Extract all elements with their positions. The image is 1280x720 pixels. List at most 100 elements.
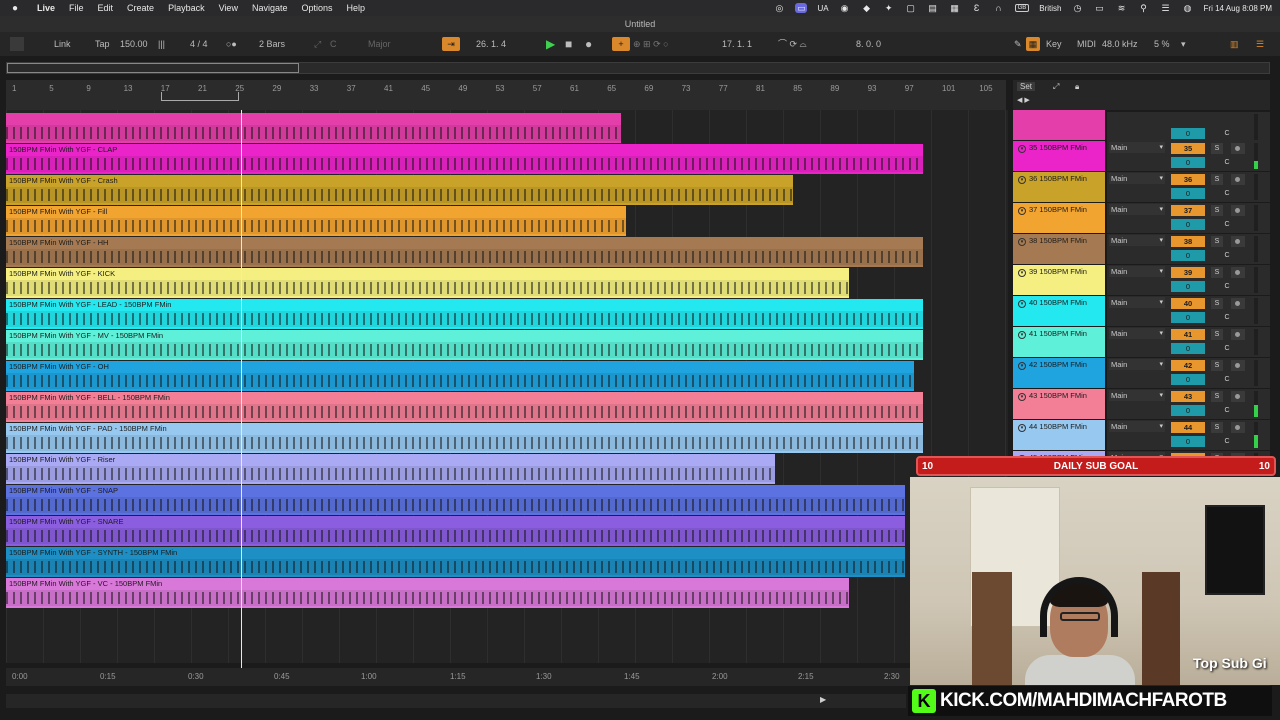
overview-window[interactable] (7, 63, 299, 73)
pan-field[interactable]: C (1221, 188, 1233, 199)
fold-icon[interactable]: ▾ (1018, 238, 1026, 246)
arm-button[interactable] (1231, 174, 1245, 185)
search-icon[interactable]: ⚲ (1138, 3, 1150, 13)
overdub-button[interactable]: + (612, 37, 630, 51)
headphones-icon[interactable]: ∩ (993, 3, 1005, 13)
solo-button[interactable]: S (1211, 329, 1223, 340)
volume-field[interactable]: 0 (1171, 405, 1205, 416)
cpu-dropdown-icon[interactable]: ▾ (1181, 37, 1186, 51)
pan-field[interactable]: C (1221, 250, 1233, 261)
fold-icon[interactable]: ▾ (1018, 145, 1026, 153)
clipboard-icon[interactable]: ▦ (949, 3, 961, 13)
output-route-select[interactable]: Main (1109, 390, 1165, 401)
clip[interactable]: 150BPM FMin With YGF - CLAP (6, 144, 924, 174)
apple-icon[interactable]: ● (0, 3, 30, 14)
battery-icon[interactable]: ▭ (1094, 3, 1106, 13)
track-header[interactable]: ▾ 42 150BPM FMin (1013, 358, 1105, 388)
clip[interactable]: 150BPM FMin With YGF - OH (6, 361, 915, 391)
tempo-field[interactable]: 150.00 (120, 37, 148, 51)
pan-field[interactable]: C (1221, 157, 1233, 168)
keyboard-mode-icon[interactable]: ▦ (1026, 37, 1040, 51)
solo-button[interactable]: S (1211, 422, 1223, 433)
menu-create[interactable]: Create (120, 3, 161, 13)
clip[interactable]: 150BPM FMin With YGF - KICK (6, 268, 849, 298)
arm-button[interactable] (1231, 360, 1245, 371)
solo-button[interactable]: S (1211, 391, 1223, 402)
volume-field[interactable]: 0 (1171, 188, 1205, 199)
record-button[interactable]: ● (585, 37, 592, 51)
fold-icon[interactable]: ▾ (1018, 424, 1026, 432)
pan-field[interactable]: C (1221, 405, 1233, 416)
window-icon[interactable]: ▢ (905, 3, 917, 13)
arm-button[interactable] (1231, 298, 1245, 309)
fold-icon[interactable]: ▾ (1018, 269, 1026, 277)
loop-start[interactable]: 17. 1. 1 (722, 37, 752, 51)
clip[interactable]: 150BPM FMin With YGF - BELL - 150BPM FMi… (6, 392, 924, 422)
volume-field[interactable]: 0 (1171, 157, 1205, 168)
quantize-select[interactable]: 2 Bars (259, 37, 285, 51)
track-header[interactable]: ▾ 39 150BPM FMin (1013, 265, 1105, 295)
volume-field[interactable]: 0 (1171, 312, 1205, 323)
output-route-select[interactable]: Main (1109, 204, 1165, 215)
fold-icon[interactable]: ▾ (1018, 176, 1026, 184)
output-route-select[interactable]: Main (1109, 266, 1165, 277)
tap-button[interactable]: Tap (95, 37, 110, 51)
sidebar-toggle-icon[interactable] (10, 37, 24, 51)
siri-icon[interactable]: ◍ (1182, 3, 1194, 13)
solo-button[interactable]: S (1211, 267, 1223, 278)
track-header[interactable]: ▾ 44 150BPM FMin (1013, 420, 1105, 450)
key-root-select[interactable]: C (330, 37, 337, 51)
scale-select[interactable]: Major (368, 37, 391, 51)
play-button[interactable]: ▶ (546, 37, 555, 51)
track-activator[interactable]: 42 (1171, 360, 1205, 371)
clip[interactable]: 150BPM FMin With YGF - LEAD - 150BPM FMi… (6, 299, 924, 329)
track-activator[interactable]: 41 (1171, 329, 1205, 340)
fold-icon[interactable]: ▾ (1018, 207, 1026, 215)
metronome-icon[interactable]: ○● (226, 37, 237, 51)
menu-icon[interactable]: ☰ (1256, 37, 1264, 51)
track-header[interactable]: ▾ 40 150BPM FMin (1013, 296, 1105, 326)
arm-button[interactable] (1231, 205, 1245, 216)
track-header[interactable]: ▾ 35 150BPM FMin (1013, 141, 1105, 171)
volume-field[interactable]: 0 (1171, 219, 1205, 230)
pan-field[interactable]: C (1221, 436, 1233, 447)
clip[interactable] (6, 113, 622, 143)
arm-button[interactable] (1231, 329, 1245, 340)
output-route-select[interactable]: Main (1109, 359, 1165, 370)
menu-options[interactable]: Options (294, 3, 339, 13)
keyboard-flag[interactable]: GB (1014, 4, 1030, 12)
song-position[interactable]: 26. 1. 4 (476, 37, 506, 51)
output-route-select[interactable]: Main (1109, 297, 1165, 308)
output-route-select[interactable]: Main (1109, 328, 1165, 339)
arm-button[interactable] (1231, 143, 1245, 154)
loop-brace[interactable] (161, 92, 239, 101)
output-route-select[interactable]: Main (1109, 173, 1165, 184)
solo-button[interactable]: S (1211, 143, 1223, 154)
menu-playback[interactable]: Playback (161, 3, 212, 13)
clip[interactable]: 150BPM FMin With YGF - Crash (6, 175, 794, 205)
dropbox-icon[interactable]: ◆ (861, 3, 873, 13)
solo-button[interactable]: S (1211, 236, 1223, 247)
fold-icon[interactable]: ▾ (1018, 393, 1026, 401)
output-route-select[interactable]: Main (1109, 421, 1165, 432)
solo-button[interactable]: S (1211, 205, 1223, 216)
clip[interactable]: 150BPM FMin With YGF - PAD - 150BPM FMin (6, 423, 924, 453)
pan-field[interactable]: C (1221, 128, 1233, 139)
clip[interactable]: 150BPM FMin With YGF - VC - 150BPM FMin (6, 578, 849, 608)
arrangement-overview[interactable] (6, 62, 1270, 74)
fold-icon[interactable]: ▾ (1018, 300, 1026, 308)
track-header[interactable]: ▾ 37 150BPM FMin (1013, 203, 1105, 233)
fold-icon[interactable]: ▾ (1018, 331, 1026, 339)
volume-field[interactable]: 0 (1171, 281, 1205, 292)
track-activator[interactable]: 44 (1171, 422, 1205, 433)
grammarly-icon[interactable]: ◉ (839, 3, 851, 13)
follow-button[interactable]: ⇥ (442, 37, 460, 51)
link-button[interactable]: Link (54, 37, 71, 51)
pan-field[interactable]: C (1221, 374, 1233, 385)
punch-icons[interactable]: ⌒ ⟳ ⌓ (778, 37, 807, 51)
clock-icon[interactable]: ◷ (1072, 3, 1084, 13)
arm-button[interactable] (1231, 267, 1245, 278)
output-route-select[interactable]: Main (1109, 235, 1165, 246)
loop-length[interactable]: 8. 0. 0 (856, 37, 881, 51)
ua-label[interactable]: UA (817, 4, 828, 13)
